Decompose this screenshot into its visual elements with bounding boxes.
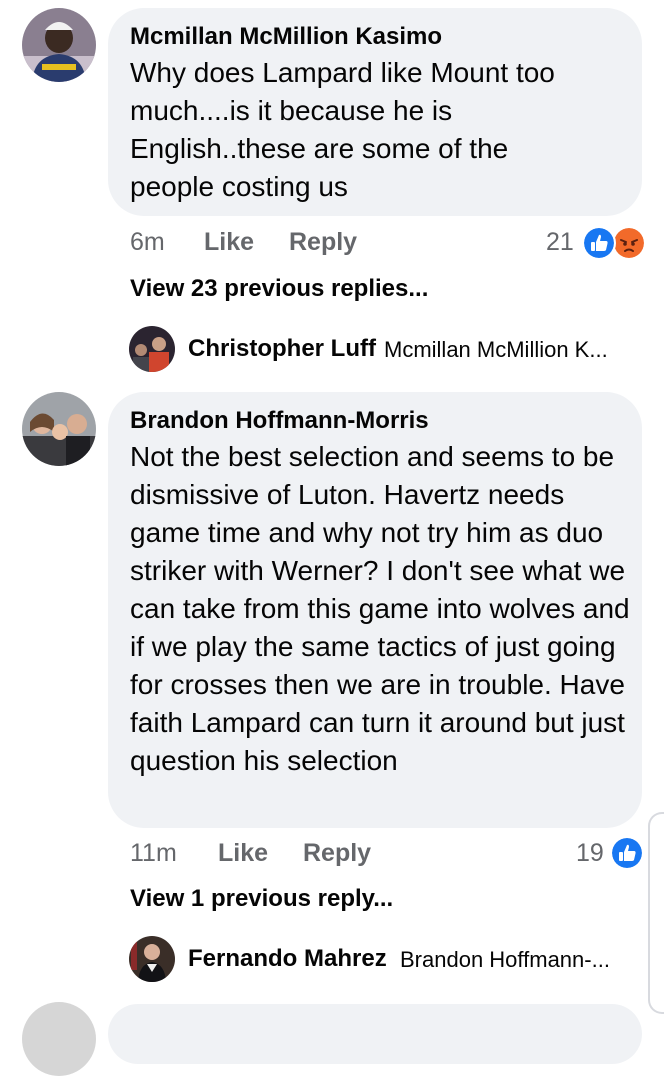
comment-author-avatar[interactable] (22, 1002, 96, 1076)
reply-author-name[interactable]: Christopher Luff (188, 334, 376, 364)
comment-author-name[interactable]: Mcmillan McMillion Kasimo (130, 22, 442, 52)
comment-author-avatar[interactable] (22, 392, 96, 466)
reaction-count[interactable]: 19 (576, 838, 604, 868)
reply-author-name[interactable]: Fernando Mahrez (188, 944, 387, 974)
angry-reaction-icon[interactable] (612, 226, 646, 260)
reply-snippet[interactable]: Mcmillan McMillion K... (384, 335, 608, 365)
reply-author-avatar[interactable] (129, 936, 175, 982)
scrollbar-handle[interactable] (648, 812, 664, 1014)
comment-author-name[interactable]: Brandon Hoffmann-Morris (130, 406, 429, 436)
comment-text: Why does Lampard like Mount too much....… (130, 57, 555, 202)
comment-timestamp[interactable]: 11m (130, 838, 177, 868)
reply-author-avatar[interactable] (129, 326, 175, 372)
reaction-count[interactable]: 21 (546, 227, 574, 257)
like-button[interactable]: Like (204, 227, 254, 257)
reply-button[interactable]: Reply (289, 227, 357, 257)
view-previous-replies-link[interactable]: View 1 previous reply... (130, 884, 393, 914)
like-reaction-icon[interactable] (610, 836, 644, 870)
reply-snippet[interactable]: Brandon Hoffmann-... (400, 945, 610, 975)
like-reaction-icon[interactable] (582, 226, 616, 260)
view-previous-replies-link[interactable]: View 23 previous replies... (130, 274, 428, 304)
like-button[interactable]: Like (218, 838, 268, 868)
comment-author-avatar[interactable] (22, 8, 96, 82)
comment-text: Not the best selection and seems to be d… (130, 441, 630, 776)
reply-button[interactable]: Reply (303, 838, 371, 868)
comment-timestamp[interactable]: 6m (130, 227, 165, 257)
comment-bubble (108, 1004, 642, 1064)
